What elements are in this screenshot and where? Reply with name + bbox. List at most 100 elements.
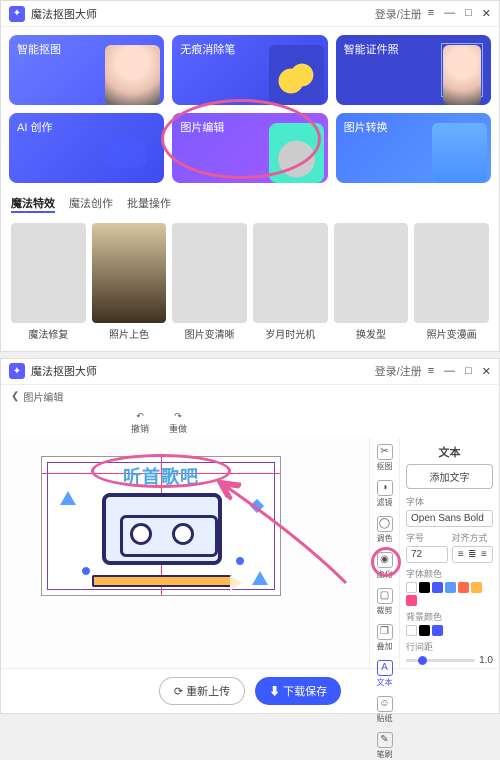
color-swatch[interactable] xyxy=(458,582,469,593)
color-swatch[interactable] xyxy=(419,582,430,593)
window-controls: ≡ — □ ✕ xyxy=(428,7,491,20)
card-id-photo[interactable]: 智能证件照 xyxy=(336,35,491,105)
align-label: 对齐方式 xyxy=(452,531,494,544)
effect-item[interactable]: 照片变漫画 xyxy=(414,223,489,341)
effect-thumb xyxy=(11,223,86,323)
minimize-button[interactable]: — xyxy=(444,365,455,378)
tool-color[interactable]: ◯调色 xyxy=(377,516,393,544)
effect-thumb xyxy=(92,223,167,323)
align-left-icon[interactable]: ≡ xyxy=(458,549,464,560)
card-image-convert[interactable]: 图片转换 xyxy=(336,113,491,183)
tool-filter[interactable]: ◑滤镜 xyxy=(377,480,393,508)
effects-row: 魔法修复 照片上色 图片变清晰 岁月时光机 换发型 照片变漫画 xyxy=(1,217,499,351)
tool-brush[interactable]: ✎笔刷 xyxy=(377,732,393,760)
card-eraser[interactable]: 无痕消除笔 xyxy=(172,35,327,105)
menu-icon[interactable]: ≡ xyxy=(428,7,434,20)
bg-color-swatches xyxy=(406,625,493,636)
align-center-icon[interactable]: ≣ xyxy=(468,549,476,560)
main-window: ✦ 魔法抠图大师 登录/注册 ≡ — □ ✕ 智能抠图 无痕消除笔 智能证件照 … xyxy=(0,0,500,352)
tool-text[interactable]: A文本 xyxy=(377,660,393,688)
maximize-button[interactable]: □ xyxy=(465,365,472,378)
login-link[interactable]: 登录/注册 xyxy=(375,363,422,379)
effect-label: 照片上色 xyxy=(92,326,167,341)
bg-color-label: 背景颜色 xyxy=(406,610,493,623)
align-right-icon[interactable]: ≡ xyxy=(481,549,487,560)
breadcrumb-label[interactable]: 图片编辑 xyxy=(23,389,63,404)
tool-blur[interactable]: ◉虚化 xyxy=(377,552,393,580)
effect-item[interactable]: 照片上色 xyxy=(92,223,167,341)
size-input[interactable]: 72 xyxy=(406,546,448,563)
spacing-value: 1.0 xyxy=(479,655,493,666)
effect-thumb xyxy=(172,223,247,323)
text-properties-panel: 文本 添加文字 字体 Open Sans Bold 字号 72 对齐方式 ≡ ≣… xyxy=(400,438,499,668)
tool-crop[interactable]: ▢裁剪 xyxy=(377,588,393,616)
menu-icon[interactable]: ≡ xyxy=(428,365,434,378)
titlebar: ✦ 魔法抠图大师 登录/注册 ≡ — □ ✕ xyxy=(1,359,499,385)
effect-label: 岁月时光机 xyxy=(253,326,328,341)
canvas-toolbar: ↶撤销 ↷重做 xyxy=(1,408,499,438)
text-icon: A xyxy=(377,660,393,676)
scissors-icon: ✂ xyxy=(377,444,393,460)
reupload-button[interactable]: ⟳ 重新上传 xyxy=(159,677,245,705)
card-thumb xyxy=(432,123,487,183)
color-swatch[interactable] xyxy=(419,625,430,636)
effect-thumb xyxy=(253,223,328,323)
minimize-button[interactable]: — xyxy=(444,7,455,20)
tool-cutout[interactable]: ✂抠图 xyxy=(377,444,393,472)
close-button[interactable]: ✕ xyxy=(482,365,491,378)
add-text-button[interactable]: 添加文字 xyxy=(406,464,493,489)
login-link[interactable]: 登录/注册 xyxy=(375,6,422,22)
card-thumb xyxy=(106,138,146,168)
canvas-area[interactable]: 听首歌吧 xyxy=(1,438,369,668)
maximize-button[interactable]: □ xyxy=(465,7,472,20)
editor-window: ✦ 魔法抠图大师 登录/注册 ≡ — □ ✕ ❮ 图片编辑 ↶撤销 ↷重做 听首… xyxy=(0,358,500,714)
color-swatch[interactable] xyxy=(445,582,456,593)
undo-button[interactable]: ↶撤销 xyxy=(131,411,149,435)
card-ai-create[interactable]: AI 创作 xyxy=(9,113,164,183)
color-swatch[interactable] xyxy=(471,582,482,593)
overlay-icon: ❐ xyxy=(377,624,393,640)
color-swatch[interactable] xyxy=(432,625,443,636)
effect-thumb xyxy=(414,223,489,323)
font-select[interactable]: Open Sans Bold xyxy=(406,510,493,527)
vertical-toolbar: ✂抠图 ◑滤镜 ◯调色 ◉虚化 ▢裁剪 ❐叠加 A文本 ☺贴纸 ✎笔刷 xyxy=(370,438,400,668)
card-label: 图片转换 xyxy=(344,122,388,134)
avatar[interactable] xyxy=(353,6,369,22)
card-label: 无痕消除笔 xyxy=(180,44,235,56)
effect-item[interactable]: 岁月时光机 xyxy=(253,223,328,341)
color-swatch[interactable] xyxy=(406,582,417,593)
slider-thumb[interactable] xyxy=(418,656,427,665)
avatar[interactable] xyxy=(353,363,369,379)
tool-sticker[interactable]: ☺贴纸 xyxy=(377,696,393,724)
breadcrumb: ❮ 图片编辑 xyxy=(1,385,499,408)
card-thumb xyxy=(105,45,160,105)
tab-magic-create[interactable]: 魔法创作 xyxy=(69,195,113,213)
effect-item[interactable]: 魔法修复 xyxy=(11,223,86,341)
color-swatch[interactable] xyxy=(406,625,417,636)
spacing-slider[interactable]: 1.0 xyxy=(406,655,493,666)
align-select[interactable]: ≡ ≣ ≡ xyxy=(452,546,494,563)
close-button[interactable]: ✕ xyxy=(482,7,491,20)
effect-item[interactable]: 图片变清晰 xyxy=(172,223,247,341)
download-icon: ⬇ xyxy=(269,686,280,698)
spacing-label: 行间距 xyxy=(406,640,493,653)
size-label: 字号 xyxy=(406,531,448,544)
card-smart-cutout[interactable]: 智能抠图 xyxy=(9,35,164,105)
tab-batch[interactable]: 批量操作 xyxy=(127,195,171,213)
redo-button[interactable]: ↷重做 xyxy=(169,411,187,435)
tab-magic-effects[interactable]: 魔法特效 xyxy=(11,195,55,213)
effect-item[interactable]: 换发型 xyxy=(334,223,409,341)
color-swatch[interactable] xyxy=(432,582,443,593)
tool-overlay[interactable]: ❐叠加 xyxy=(377,624,393,652)
panel-heading: 文本 xyxy=(406,444,493,460)
font-color-label: 字体颜色 xyxy=(406,567,493,580)
save-button[interactable]: ⬇ 下载保存 xyxy=(255,677,341,705)
card-label: 图片编辑 xyxy=(180,122,224,134)
card-image-edit[interactable]: 图片编辑 xyxy=(172,113,327,183)
card-thumb xyxy=(443,45,481,105)
back-icon[interactable]: ❮ xyxy=(11,391,19,402)
card-thumb xyxy=(269,123,324,183)
color-icon: ◯ xyxy=(377,516,393,532)
card-thumb xyxy=(269,45,324,105)
color-swatch[interactable] xyxy=(406,595,417,606)
